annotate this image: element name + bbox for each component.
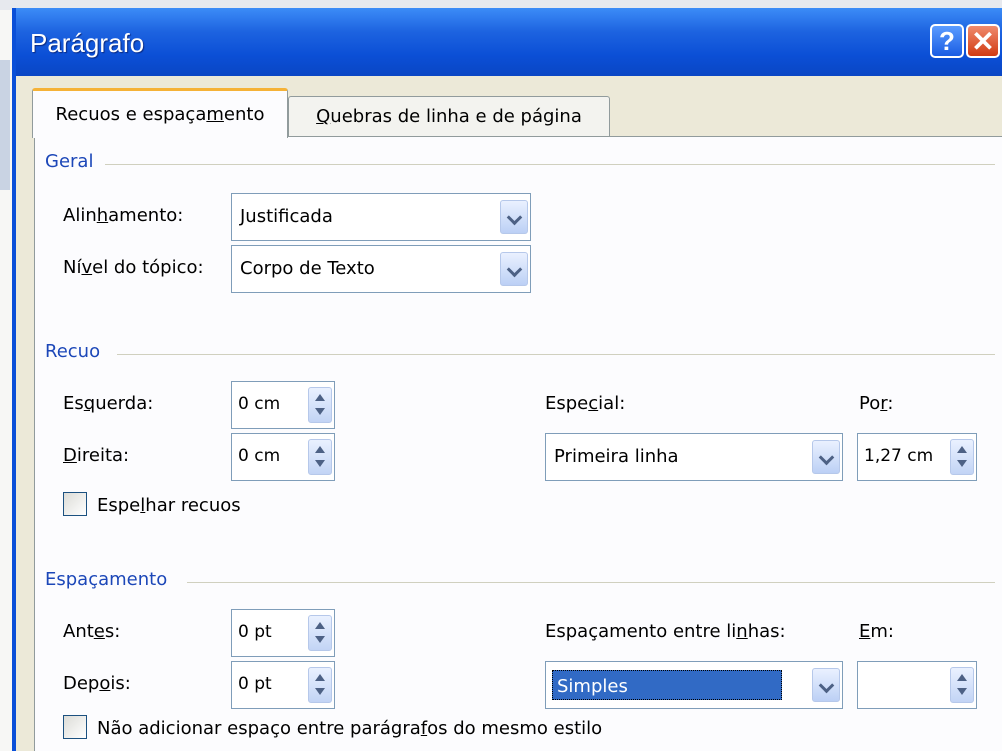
spinner-arrows-icon[interactable] (308, 667, 332, 703)
nivel-topico-select[interactable]: Corpo de Texto (231, 245, 531, 293)
tab-label-key: Q (316, 106, 331, 127)
nao-adicionar-espaco-checkbox[interactable] (63, 715, 87, 739)
por-spinner[interactable]: 1,27 cm (857, 433, 977, 481)
direita-value: 0 cm (238, 446, 281, 466)
tab-quebras-linha-pagina[interactable]: Quebras de linha e de página (288, 96, 610, 136)
esquerda-value: 0 cm (238, 394, 281, 414)
spinner-arrows-icon[interactable] (308, 615, 332, 651)
chevron-down-icon[interactable] (500, 200, 528, 234)
tab-panel: Geral Alinhamento: Justificada Nível do … (34, 136, 1002, 751)
alinhamento-value: Justificada (240, 206, 333, 227)
espacamento-entre-linhas-value: Simples (557, 676, 628, 697)
nivel-topico-value: Corpo de Texto (240, 258, 375, 279)
por-value: 1,27 cm (864, 446, 934, 466)
tab-label-key: m (206, 104, 224, 125)
depois-value: 0 pt (238, 674, 272, 694)
especial-label: Especial: (545, 393, 626, 414)
section-divider (105, 164, 995, 165)
espacamento-entre-linhas-select[interactable]: Simples (545, 661, 843, 709)
help-button[interactable]: ? (930, 24, 964, 58)
alinhamento-label: Alinhamento: (63, 205, 184, 226)
espacamento-entre-linhas-label: Espaçamento entre linhas: (545, 621, 786, 642)
esquerda-spinner[interactable]: 0 cm (231, 381, 335, 429)
spinner-arrows-icon[interactable] (950, 439, 974, 475)
nao-adicionar-espaco-label[interactable]: Não adicionar espaço entre parágrafos do… (97, 718, 602, 739)
section-divider (187, 582, 995, 583)
esquerda-label: Esquerda: (63, 393, 154, 414)
direita-label: Direita: (63, 445, 130, 466)
antes-spinner[interactable]: 0 pt (231, 609, 335, 657)
spinner-arrows-icon[interactable] (308, 439, 332, 475)
tab-label-post: uebras de linha e de página (330, 106, 582, 127)
close-button[interactable]: ✕ (966, 24, 1000, 58)
nivel-topico-label: Nível do tópico: (63, 257, 204, 278)
depois-spinner[interactable]: 0 pt (231, 661, 335, 709)
direita-spinner[interactable]: 0 cm (231, 433, 335, 481)
spinner-arrows-icon[interactable] (950, 667, 974, 703)
depois-label: Depois: (63, 673, 131, 694)
espelhar-recuos-checkbox[interactable] (63, 492, 87, 516)
chevron-down-icon[interactable] (812, 668, 840, 702)
alinhamento-select[interactable]: Justificada (231, 193, 531, 241)
section-title-geral: Geral (45, 151, 94, 172)
section-divider (117, 354, 995, 355)
por-label: Por: (859, 393, 894, 414)
em-spinner[interactable] (857, 661, 977, 709)
espelhar-recuos-label[interactable]: Espelhar recuos (97, 495, 241, 516)
antes-value: 0 pt (238, 622, 272, 642)
section-title-recuo: Recuo (45, 341, 101, 362)
dialog-title: Parágrafo (30, 28, 145, 58)
em-label: Em: (859, 621, 894, 642)
spinner-arrows-icon[interactable] (308, 387, 332, 423)
background-ruler (0, 60, 10, 190)
tab-label-post: ento (223, 104, 265, 125)
antes-label: Antes: (63, 621, 121, 642)
title-bar[interactable]: Parágrafo ? ✕ (16, 8, 1002, 76)
tab-label-pre: Recuos e espaça (55, 104, 207, 125)
selected-option-highlight: Simples (552, 670, 782, 700)
especial-select[interactable]: Primeira linha (545, 433, 843, 481)
chevron-down-icon[interactable] (500, 252, 528, 286)
paragraph-dialog: Parágrafo ? ✕ Recuos e espaça m ento Quebr… (12, 8, 1002, 751)
tab-recuos-espacamento[interactable]: Recuos e espaça m ento (32, 88, 288, 138)
section-title-espacamento: Espaçamento (45, 569, 168, 590)
chevron-down-icon[interactable] (812, 440, 840, 474)
dialog-content: Recuos e espaça m ento Quebras de linha e … (16, 76, 1002, 751)
especial-value: Primeira linha (554, 446, 679, 467)
